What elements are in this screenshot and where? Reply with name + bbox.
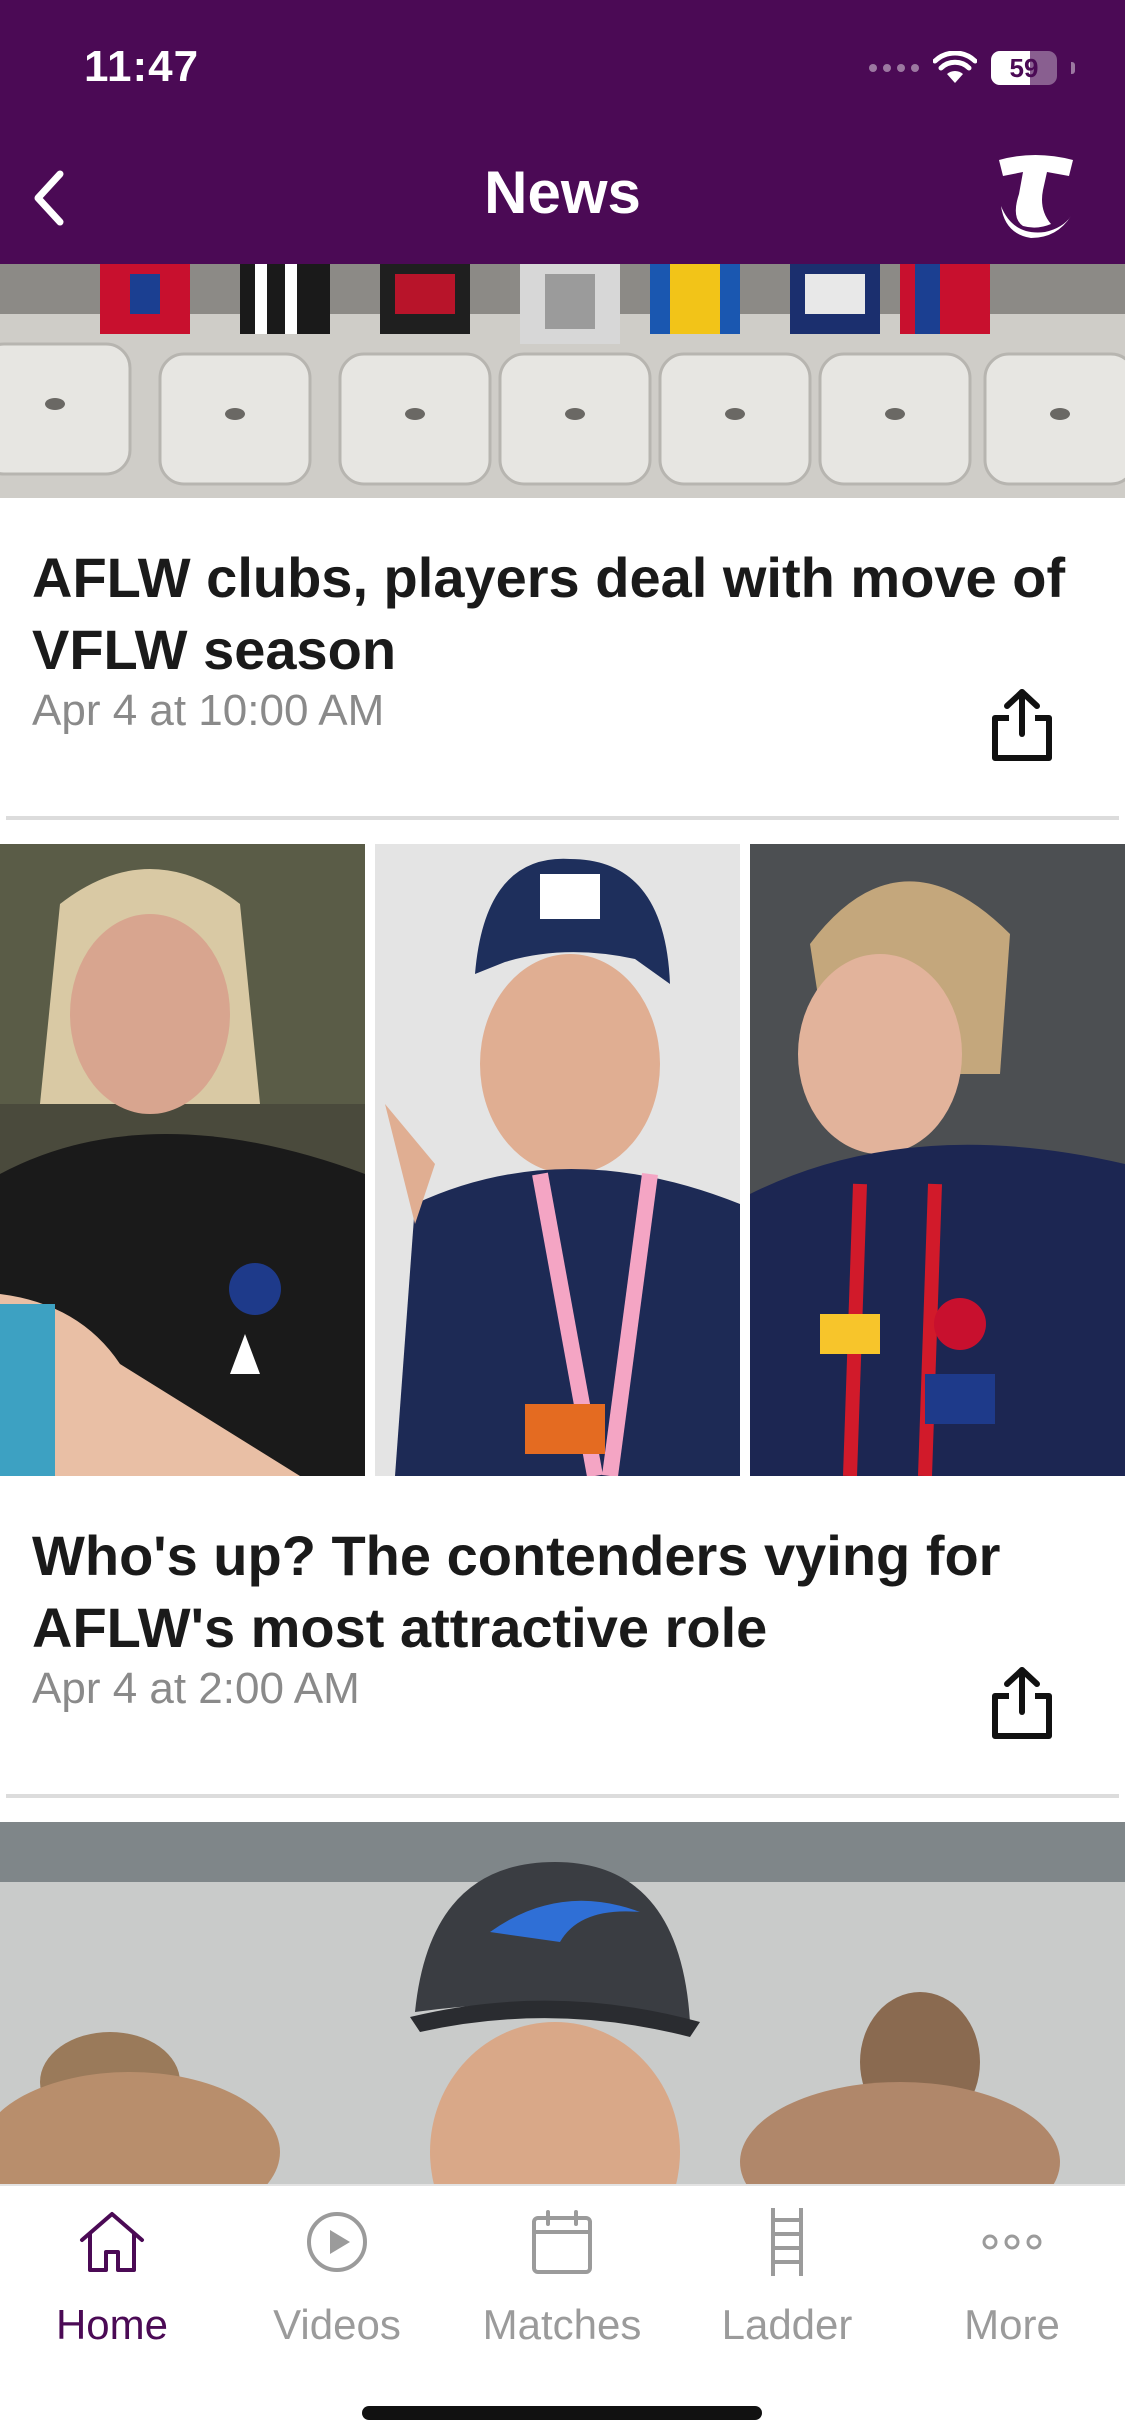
ladder-icon — [771, 2208, 803, 2276]
article-title[interactable]: Who's up? The contenders vying for AFLW'… — [32, 1520, 1085, 1664]
home-icon — [80, 2212, 144, 2272]
play-icon — [307, 2212, 367, 2272]
tab-bar: Home Videos Matches Ladder More — [0, 2184, 1125, 2436]
wifi-icon — [933, 51, 977, 83]
share-icon — [992, 1667, 1052, 1739]
app-header: 11:47 59 News — [0, 0, 1125, 264]
share-button[interactable] — [989, 1666, 1055, 1740]
article-date: Apr 4 at 2:00 AM — [32, 1664, 360, 1713]
share-icon — [992, 689, 1052, 761]
tab-label: More — [964, 2301, 1060, 2348]
article-card[interactable]: AFLW clubs, players deal with move of VF… — [0, 264, 1125, 820]
tab-label: Videos — [273, 2301, 401, 2348]
divider — [6, 816, 1119, 820]
article-image[interactable] — [0, 844, 1125, 1476]
home-indicator[interactable] — [362, 2406, 762, 2420]
tab-home[interactable]: Home — [12, 2204, 212, 2349]
more-icon — [982, 2234, 1042, 2250]
article-image[interactable] — [0, 264, 1125, 498]
tab-matches[interactable]: Matches — [462, 2204, 662, 2349]
tab-label: Ladder — [721, 2301, 853, 2348]
battery-icon: 59 — [991, 51, 1057, 85]
article-body[interactable]: AFLW clubs, players deal with move of VF… — [0, 498, 1125, 820]
article-date: Apr 4 at 10:00 AM — [32, 686, 385, 735]
calendar-icon — [532, 2210, 592, 2274]
status-indicators: 59 — [869, 48, 1075, 88]
page-title: News — [484, 159, 641, 226]
share-button[interactable] — [989, 688, 1055, 762]
article-card[interactable]: Who's up? The contenders vying for AFLW'… — [0, 844, 1125, 1798]
telstra-logo[interactable] — [993, 150, 1077, 240]
tab-label: Home — [55, 2301, 169, 2348]
tab-ladder[interactable]: Ladder — [687, 2204, 887, 2349]
battery-cap — [1071, 62, 1075, 74]
news-feed[interactable]: AFLW clubs, players deal with move of VF… — [0, 264, 1125, 2184]
battery-percent: 59 — [1009, 52, 1039, 83]
article-title[interactable]: AFLW clubs, players deal with move of VF… — [32, 542, 1085, 686]
image-panel — [0, 844, 365, 1476]
tab-label: Matches — [482, 2301, 642, 2348]
divider — [6, 1794, 1119, 1798]
spacer — [0, 1798, 1125, 1822]
image-panel — [750, 844, 1125, 1476]
article-image[interactable] — [0, 1822, 1125, 2184]
tab-more[interactable]: More — [912, 2204, 1112, 2349]
cellular-signal-icon — [869, 64, 919, 72]
article-card[interactable] — [0, 1822, 1125, 2184]
tab-videos[interactable]: Videos — [237, 2204, 437, 2349]
status-time: 11:47 — [84, 42, 200, 91]
article-body[interactable]: Who's up? The contenders vying for AFLW'… — [0, 1476, 1125, 1798]
spacer — [0, 820, 1125, 844]
image-panel — [375, 844, 740, 1476]
